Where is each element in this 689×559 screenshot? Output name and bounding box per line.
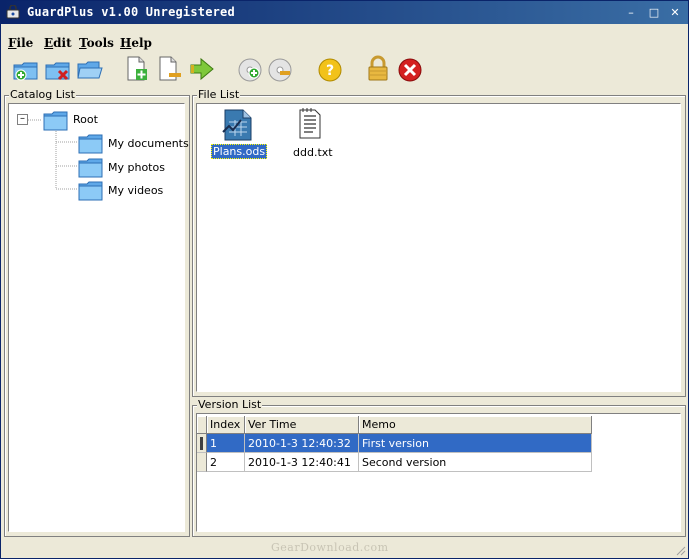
open-folder-icon: [77, 61, 103, 79]
menu-edit[interactable]: Edit: [44, 36, 72, 50]
status-bar: GearDownload.com: [1, 539, 688, 558]
watermark-text: GearDownload.com: [271, 541, 389, 554]
row-selector[interactable]: [197, 453, 207, 472]
go-arrow-icon: [190, 57, 214, 81]
column-header-memo[interactable]: Memo: [359, 416, 592, 434]
app-icon: [6, 5, 20, 19]
add-file-button[interactable]: [125, 55, 151, 83]
app-window: GuardPlus v1.00 Unregistered – □ ✕ File …: [0, 0, 689, 559]
add-file-icon: [127, 56, 147, 81]
cell-index: 1: [207, 434, 245, 453]
file-list[interactable]: Plans.ods ddd.txt: [196, 103, 681, 392]
file-group-label: File List: [197, 88, 241, 102]
menu-file[interactable]: File: [8, 36, 33, 50]
title-bar[interactable]: GuardPlus v1.00 Unregistered – □ ✕: [1, 1, 688, 24]
table-row[interactable]: 2 2010-1-3 12:40:41 Second version: [197, 453, 592, 472]
cell-ver-time: 2010-1-3 12:40:41: [245, 453, 359, 472]
go-button[interactable]: [189, 55, 215, 83]
version-table: Index Ver Time Memo 1 2010-1-3 12:40:32 …: [197, 416, 592, 476]
cell-ver-time: 2010-1-3 12:40:32: [245, 434, 359, 453]
tree-item-root[interactable]: Root: [73, 113, 98, 126]
tree-item-my-videos[interactable]: My videos: [108, 184, 163, 197]
version-group: Version List Index Ver Time Memo 1 2010-…: [192, 398, 686, 537]
window-title: GuardPlus v1.00 Unregistered: [27, 5, 235, 19]
folder-icon: [78, 181, 103, 201]
cell-memo: Second version: [359, 453, 592, 472]
catalog-group: Catalog List – Root My documents My phot…: [4, 88, 190, 537]
menu-help[interactable]: Help: [120, 36, 152, 50]
minimize-button[interactable]: –: [623, 6, 639, 20]
cell-memo: First version: [359, 434, 592, 453]
file-item-ddd[interactable]: ddd.txt: [283, 106, 339, 161]
version-list[interactable]: Index Ver Time Memo 1 2010-1-3 12:40:32 …: [196, 413, 681, 532]
folder-icon: [78, 134, 103, 154]
file-group: File List Plans.ods ddd.txt: [192, 88, 686, 397]
text-file-icon: [299, 108, 321, 139]
row-selector-header: [197, 416, 207, 434]
toolbar: ?: [1, 55, 688, 87]
exit-icon: [398, 58, 422, 82]
delete-catalog-button[interactable]: [45, 55, 71, 83]
resize-grip-icon[interactable]: [674, 544, 686, 556]
help-icon: ?: [318, 58, 342, 82]
catalog-group-label: Catalog List: [9, 88, 76, 102]
add-catalog-button[interactable]: [13, 55, 39, 83]
help-button[interactable]: ?: [317, 55, 343, 83]
menu-tools[interactable]: Tools: [79, 36, 114, 50]
restore-version-button[interactable]: [267, 55, 293, 83]
open-folder-button[interactable]: [77, 55, 103, 83]
folder-icon: [78, 158, 103, 178]
restore-version-icon: [268, 58, 292, 82]
spreadsheet-file-icon: [222, 109, 252, 141]
column-header-ver-time[interactable]: Ver Time: [245, 416, 359, 434]
file-item-plans[interactable]: Plans.ods: [209, 106, 268, 161]
add-version-icon: [238, 58, 262, 82]
lock-icon: [368, 55, 388, 81]
lock-button[interactable]: [365, 55, 391, 83]
remove-file-icon: [159, 56, 181, 81]
catalog-tree[interactable]: – Root My documents My photos My videos: [8, 103, 189, 532]
cell-index: 2: [207, 453, 245, 472]
file-name-plans: Plans.ods: [211, 144, 268, 159]
svg-text:?: ?: [326, 63, 334, 79]
close-button[interactable]: ✕: [667, 6, 683, 20]
column-header-index[interactable]: Index: [207, 416, 245, 434]
add-catalog-icon: [13, 62, 38, 81]
maximize-button[interactable]: □: [646, 6, 662, 20]
menu-bar: File Edit Tools Help: [1, 34, 688, 52]
delete-catalog-icon: [45, 62, 70, 81]
tree-item-my-photos[interactable]: My photos: [108, 161, 165, 174]
table-row[interactable]: 1 2010-1-3 12:40:32 First version: [197, 434, 592, 453]
exit-button[interactable]: [397, 55, 423, 83]
root-expander-toggle[interactable]: –: [17, 114, 28, 125]
row-selector[interactable]: [197, 434, 207, 453]
root-folder-icon: [43, 111, 68, 131]
file-name-ddd: ddd.txt: [293, 146, 333, 159]
remove-file-button[interactable]: [157, 55, 183, 83]
add-version-button[interactable]: [237, 55, 263, 83]
version-group-label: Version List: [197, 398, 263, 412]
tree-item-my-documents[interactable]: My documents: [108, 137, 189, 150]
